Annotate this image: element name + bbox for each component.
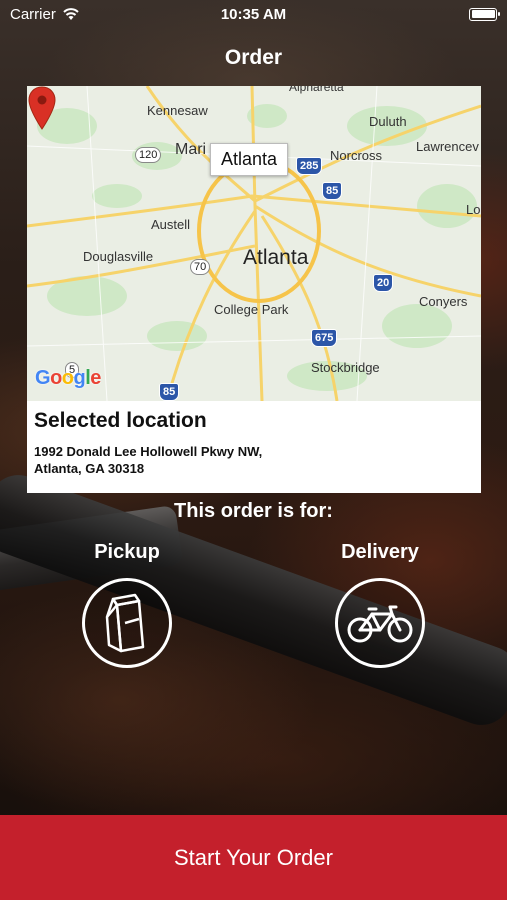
- map-label-marietta: Mari: [175, 141, 207, 158]
- paper-bag-icon: [105, 593, 145, 653]
- map-label-austell: Austell: [151, 217, 191, 232]
- status-bar: Carrier 10:35 AM: [0, 0, 507, 28]
- map-label-norcross: Norcross: [330, 148, 383, 163]
- interstate-shield: 20: [373, 274, 394, 292]
- interstate-shield: 675: [311, 329, 338, 347]
- interstate-shield: 85: [322, 182, 343, 200]
- page-title: Order: [224, 46, 283, 69]
- delivery-label: Delivery: [341, 541, 419, 563]
- map-label-lo: Lo: [466, 202, 481, 217]
- selected-location-card: Selected location 1992 Donald Lee Hollow…: [27, 401, 481, 493]
- battery-icon: [469, 7, 500, 21]
- bicycle-icon: [347, 605, 413, 643]
- map-label-atlanta: Atlanta: [243, 246, 309, 269]
- interstate-shield: 285: [296, 157, 323, 175]
- map-label-duluth: Duluth: [369, 114, 407, 129]
- address-line-2: Atlanta, GA 30318: [34, 461, 145, 476]
- highway-shield: 70: [190, 259, 211, 275]
- map-label-conyers: Conyers: [419, 294, 468, 309]
- order-type-prompt: This order is for:: [174, 500, 333, 522]
- pickup-button[interactable]: [82, 578, 172, 668]
- map-view[interactable]: Kennesaw Alpharetta Mari Duluth Norcross…: [27, 86, 481, 401]
- location-address: 1992 Donald Lee Hollowell Pkwy NW, Atlan…: [34, 443, 474, 477]
- map-label-douglasville: Douglasville: [83, 249, 154, 264]
- delivery-button[interactable]: [335, 578, 425, 668]
- status-time: 10:35 AM: [220, 5, 287, 23]
- map-label-college-park: College Park: [214, 302, 289, 317]
- interstate-shield: 85: [159, 383, 180, 401]
- map-label-lawrenceville: Lawrencev: [416, 139, 479, 154]
- map-pin-icon[interactable]: [27, 86, 57, 130]
- delivery-option[interactable]: Delivery: [320, 541, 440, 668]
- address-line-1: 1992 Donald Lee Hollowell Pkwy NW,: [34, 444, 263, 459]
- map-callout[interactable]: Atlanta: [210, 143, 289, 176]
- pickup-label: Pickup: [94, 541, 160, 563]
- pickup-option[interactable]: Pickup: [67, 541, 187, 668]
- highway-shield: 120: [135, 147, 162, 163]
- map-roads: [27, 86, 481, 401]
- map-label-kennesaw: Kennesaw: [147, 103, 208, 118]
- google-logo: Google: [35, 367, 101, 389]
- start-order-button[interactable]: Start Your Order: [0, 815, 507, 900]
- map-label-alpharetta: Alpharetta: [289, 86, 344, 94]
- map-label-stockbridge: Stockbridge: [311, 360, 380, 375]
- selected-location-heading: Selected location: [34, 409, 207, 432]
